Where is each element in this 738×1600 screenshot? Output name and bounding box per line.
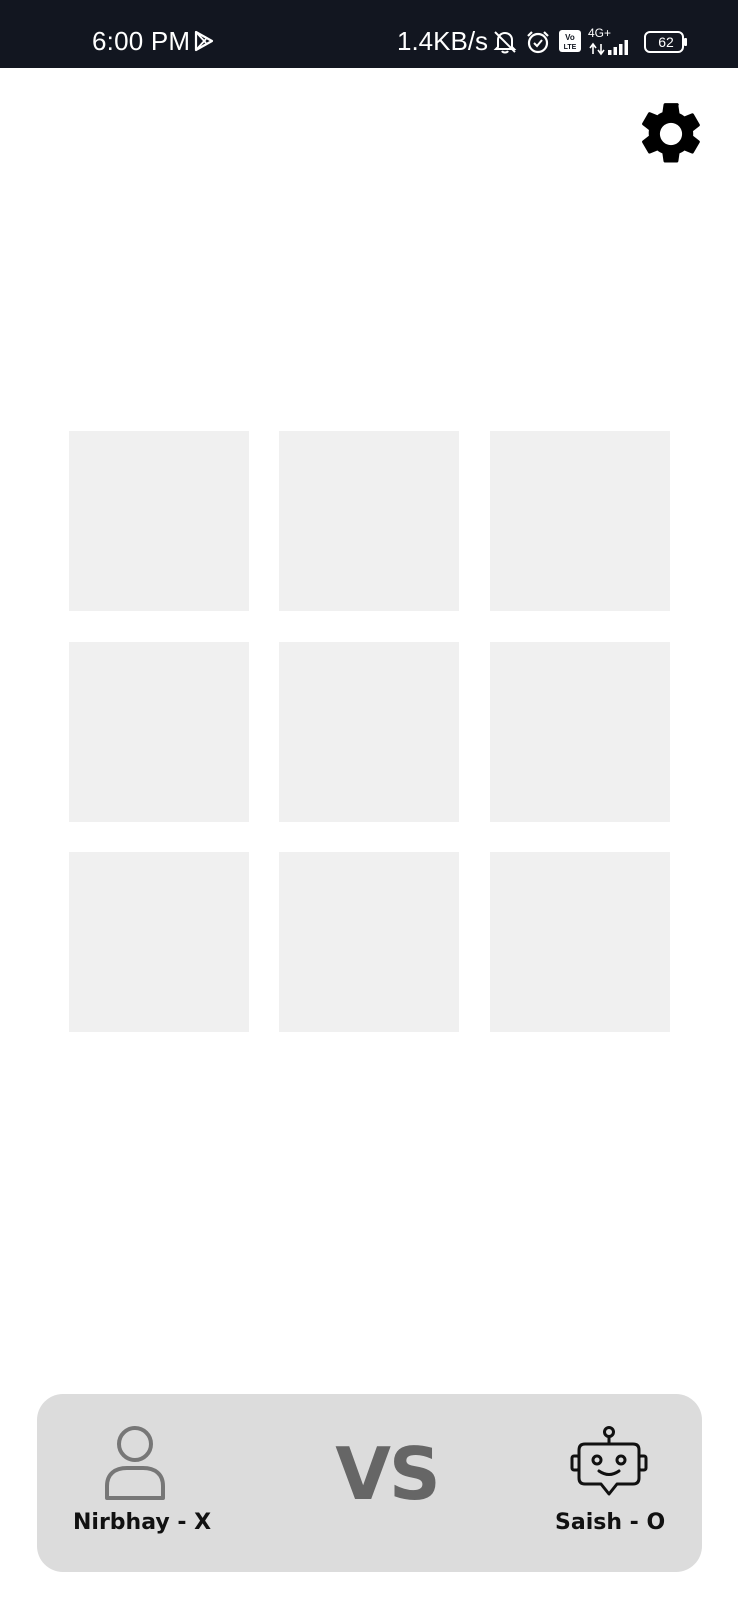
player1-name: Nirbhay - X xyxy=(73,1510,212,1535)
person-icon xyxy=(105,1426,165,1500)
board-cell-3[interactable] xyxy=(490,431,670,611)
bell-off-icon xyxy=(493,31,517,54)
play-store-icon xyxy=(194,30,214,52)
board-cell-2[interactable] xyxy=(279,431,459,611)
signal-icon xyxy=(589,40,628,56)
board-cell-8[interactable] xyxy=(279,852,459,1032)
battery-level: 62 xyxy=(658,34,674,50)
board-cell-6[interactable] xyxy=(490,642,670,822)
board-cell-9[interactable] xyxy=(490,852,670,1032)
settings-button[interactable] xyxy=(634,97,708,171)
net-speed: 1.4KB/s xyxy=(397,26,489,56)
robot-icon xyxy=(570,1426,648,1496)
player2-name: Saish - O xyxy=(555,1510,666,1535)
board-cell-5[interactable] xyxy=(279,642,459,822)
alarm-icon xyxy=(527,31,549,54)
gear-icon xyxy=(642,103,700,163)
svg-text:Vo: Vo xyxy=(565,33,575,42)
svg-text:LTE: LTE xyxy=(564,44,577,51)
status-bar: 6:00 PM 1.4KB/s Vo LTE 4G+ 62 xyxy=(0,0,738,68)
vs-label: VS xyxy=(335,1432,441,1516)
volte-icon: Vo LTE xyxy=(559,30,581,52)
status-time: 6:00 PM xyxy=(92,26,191,56)
players-card: Nirbhay - X VS Saish - O xyxy=(37,1394,702,1572)
board-cell-4[interactable] xyxy=(69,642,249,822)
board-cell-7[interactable] xyxy=(69,852,249,1032)
board-cell-1[interactable] xyxy=(69,431,249,611)
